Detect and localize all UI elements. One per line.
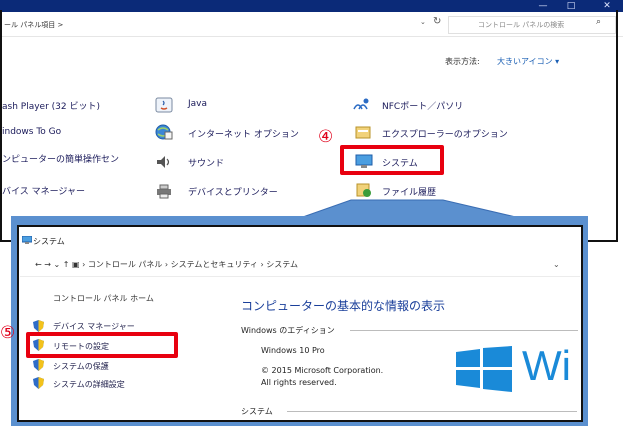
system-window-title: システム — [33, 237, 65, 246]
shield-icon — [33, 377, 44, 389]
page-title: コンピューターの基本的な情報の表示 — [241, 299, 446, 313]
side-link-system-protection[interactable]: システムの保護 — [53, 361, 109, 372]
shield-icon — [33, 359, 44, 371]
highlight-remote-settings — [26, 332, 178, 358]
side-link-advanced-settings[interactable]: システムの詳細設定 — [53, 379, 125, 390]
divider — [287, 411, 577, 412]
windows-brand-text: Wi — [522, 342, 571, 389]
system-title-icon — [22, 236, 32, 244]
step-5-marker: ⑤ — [0, 323, 16, 343]
rights-text: All rights reserved. — [261, 378, 337, 387]
side-link-device-manager[interactable]: デバイス マネージャー — [53, 321, 135, 332]
copyright-text: © 2015 Microsoft Corporation. — [261, 366, 384, 375]
edition-section-label: Windows のエディション — [241, 326, 335, 335]
control-panel-home-link[interactable]: コントロール パネル ホーム — [53, 293, 154, 304]
system-section-label: システム — [241, 407, 273, 416]
shield-icon — [33, 320, 44, 332]
divider — [350, 330, 578, 331]
chevron-down-icon[interactable]: ⌄ — [553, 260, 560, 269]
windows-logo-icon — [456, 346, 512, 392]
windows-version: Windows 10 Pro — [261, 346, 325, 355]
system-address-bar[interactable]: ← → ⌄ ↑ ▣ › コントロール パネル › システムとセキュリティ › シ… — [35, 259, 298, 270]
divider — [20, 276, 580, 277]
